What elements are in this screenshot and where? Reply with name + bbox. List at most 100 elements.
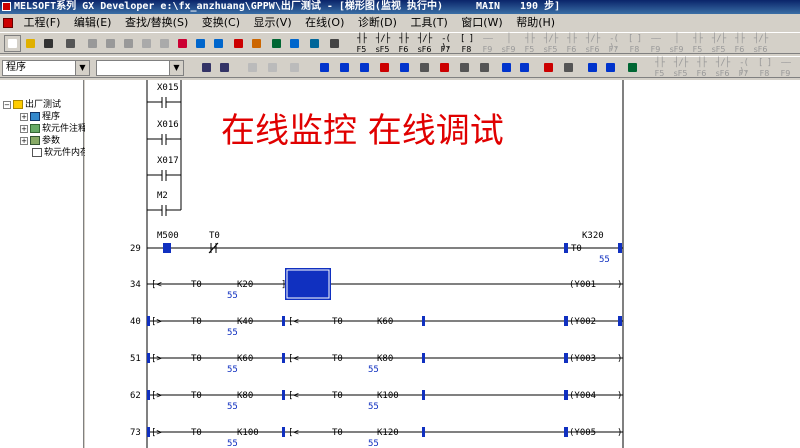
list-view-icon[interactable]: [198, 59, 215, 76]
zoom-icon[interactable]: [268, 35, 285, 52]
program-check-icon[interactable]: [516, 59, 533, 76]
device-search-icon[interactable]: [174, 35, 191, 52]
device-comment-icon[interactable]: [244, 59, 261, 76]
menu-edit[interactable]: 编辑(E): [69, 14, 117, 32]
compare-operand: K60: [377, 317, 393, 327]
program-select[interactable]: ▼: [96, 60, 184, 76]
menu-convert[interactable]: 变换(C): [197, 14, 245, 32]
ladder-symbol-icon: ┤/├: [417, 34, 432, 44]
menu-window[interactable]: 窗口(W): [456, 14, 507, 32]
buffer-memory-icon[interactable]: [476, 59, 493, 76]
window-cascade-icon[interactable]: [602, 59, 619, 76]
parameter-check-icon[interactable]: [560, 59, 577, 76]
tree-item-device-comment[interactable]: + 软元件注释: [20, 123, 87, 135]
fkey-sf5-button[interactable]: ┤/├ sF5: [709, 34, 728, 54]
fkey-f5-button[interactable]: ┤├ F5: [352, 34, 371, 54]
compare-operand: T0: [191, 354, 202, 364]
fkey-f9-button[interactable]: —— F9: [478, 34, 497, 54]
fkey-label: sF6: [585, 45, 600, 54]
step-run-icon[interactable]: [356, 59, 373, 76]
collapse-icon[interactable]: −: [3, 100, 11, 109]
note-display-icon[interactable]: [286, 59, 303, 76]
fkey-f6-button[interactable]: ┤├ F6: [562, 34, 581, 54]
cut-icon[interactable]: [84, 35, 101, 52]
fkey-sf9-button[interactable]: │ sF9: [667, 34, 686, 54]
step-number: 62: [130, 391, 141, 401]
contact-coil-search-icon[interactable]: [210, 35, 227, 52]
fkey-sf9-button[interactable]: │ sF9: [499, 34, 518, 54]
ladder-symbol-icon: ┤├: [693, 34, 703, 44]
window-tile-icon[interactable]: [584, 59, 601, 76]
fkey-sf6-button[interactable]: ┤/├ sF6: [751, 34, 770, 54]
new-project-icon[interactable]: [4, 35, 21, 52]
fkey-f8-button[interactable]: [ ] F8: [625, 34, 644, 54]
undo-icon[interactable]: [138, 35, 155, 52]
write-plc-icon[interactable]: [230, 35, 247, 52]
sampling-trace-icon[interactable]: [498, 59, 515, 76]
copy-icon[interactable]: [102, 35, 119, 52]
fkey-sf5-button[interactable]: ┤/├ sF5: [541, 34, 560, 54]
diagnostics-icon[interactable]: [540, 59, 557, 76]
fkey-sf6-button[interactable]: ┤/├ sF6: [583, 34, 602, 54]
fkey-f6-button[interactable]: ┤├ F6: [394, 34, 413, 54]
menu-help[interactable]: 帮助(H): [511, 14, 560, 32]
read-plc-icon[interactable]: [248, 35, 265, 52]
instruction-search-icon[interactable]: [192, 35, 209, 52]
data-type-value: 程序: [6, 62, 26, 73]
ladder-view-icon[interactable]: [216, 59, 233, 76]
monitor-icon[interactable]: [286, 35, 303, 52]
fkey-f5-button[interactable]: ┤├ F5: [688, 34, 707, 54]
menu-online[interactable]: 在线(O): [300, 14, 349, 32]
entry-monitor-icon[interactable]: [416, 59, 433, 76]
tree-item-parameter[interactable]: + 参数: [20, 135, 60, 147]
tree-item-device-memory[interactable]: 软元件内存: [32, 147, 89, 159]
fkey-f8-button[interactable]: [ ] F8: [755, 58, 774, 78]
expand-icon[interactable]: +: [20, 112, 28, 121]
menu-project[interactable]: 工程(F): [19, 14, 66, 32]
paste-icon[interactable]: [120, 35, 137, 52]
ladder-symbol-icon: ——: [483, 34, 493, 44]
fkey-f9-button[interactable]: —— F9: [646, 34, 665, 54]
statement-icon[interactable]: [326, 35, 343, 52]
statement-display-icon[interactable]: [264, 59, 281, 76]
magnify-icon[interactable]: [624, 59, 641, 76]
fkey-f6-button[interactable]: ┤├ F6: [730, 34, 749, 54]
monitor-stop-icon[interactable]: [336, 59, 353, 76]
batch-monitor-icon[interactable]: [456, 59, 473, 76]
cancel-x-icon[interactable]: [436, 59, 453, 76]
menu-find-replace[interactable]: 查找/替换(S): [120, 14, 193, 32]
open-project-icon[interactable]: [22, 35, 39, 52]
fkey-f7-button[interactable]: -( )- F7: [604, 34, 623, 54]
expand-icon[interactable]: +: [20, 136, 28, 145]
fkey-f8-button[interactable]: [ ] F8: [457, 34, 476, 54]
fkey-sf6-button[interactable]: ┤/├ sF6: [415, 34, 434, 54]
fkey-f6-button[interactable]: ┤├ F6: [692, 58, 711, 78]
data-type-select[interactable]: 程序 ▼: [2, 60, 90, 76]
device-test-icon[interactable]: [396, 59, 413, 76]
system-menu-icon[interactable]: [3, 18, 13, 28]
chevron-down-icon[interactable]: ▼: [169, 61, 183, 75]
comment-icon[interactable]: [306, 35, 323, 52]
redo-icon[interactable]: [156, 35, 173, 52]
ladder-editor[interactable]: X015X016X017M2在线监控 在线调试29M500T0T0K32055)…: [85, 80, 800, 448]
menu-diagnostics[interactable]: 诊断(D): [353, 14, 402, 32]
print-icon[interactable]: [62, 35, 79, 52]
fkey-sf5-button[interactable]: ┤/├ sF5: [373, 34, 392, 54]
fkey-sf5-button[interactable]: ┤/├ sF5: [671, 58, 690, 78]
write-during-run-icon[interactable]: [376, 59, 393, 76]
coil-right: ): [617, 280, 622, 290]
fkey-f9-button[interactable]: —— F9: [776, 58, 795, 78]
fkey-f5-button[interactable]: ┤├ F5: [650, 58, 669, 78]
fkey-sf6-button[interactable]: ┤/├ sF6: [713, 58, 732, 78]
fkey-f7-button[interactable]: -( )- F7: [734, 58, 753, 78]
menu-tools[interactable]: 工具(T): [405, 14, 452, 32]
tree-root[interactable]: − 出厂测试: [3, 99, 61, 111]
tree-item-program[interactable]: + 程序: [20, 111, 60, 123]
menu-view[interactable]: 显示(V): [249, 14, 297, 32]
expand-icon[interactable]: +: [20, 124, 28, 133]
chevron-down-icon[interactable]: ▼: [75, 61, 89, 75]
monitor-start-icon[interactable]: [316, 59, 333, 76]
fkey-f5-button[interactable]: ┤├ F5: [520, 34, 539, 54]
fkey-f7-button[interactable]: -( )- F7: [436, 34, 455, 54]
save-icon[interactable]: [40, 35, 57, 52]
